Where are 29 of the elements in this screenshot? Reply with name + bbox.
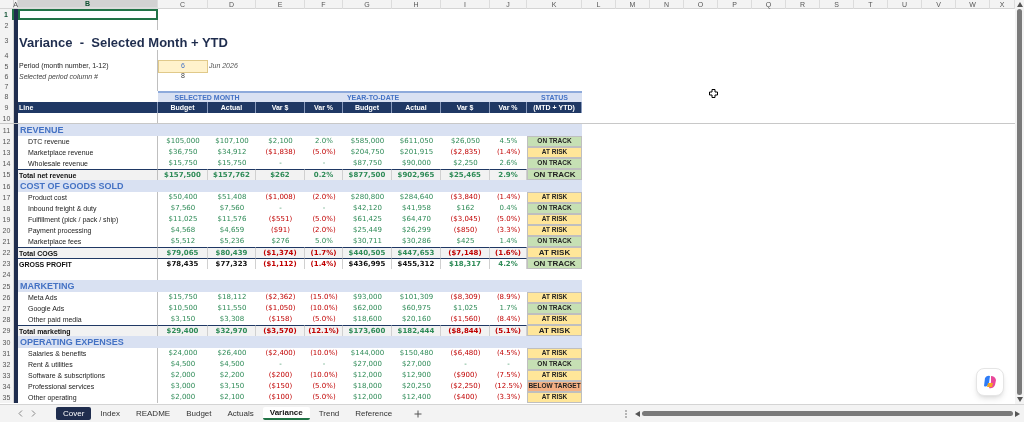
selected-cell[interactable] (18, 9, 158, 20)
vertical-scrollbar[interactable] (1015, 0, 1024, 404)
caret-right-icon[interactable] (1015, 410, 1020, 417)
sheet-tab[interactable]: README (128, 407, 178, 420)
copilot-button[interactable] (976, 368, 1004, 396)
section-heading: REVENUE (18, 124, 582, 136)
status-cell: AT RISK (527, 325, 582, 336)
section-heading: COST OF GOODS SOLD (18, 180, 582, 192)
caret-left-icon[interactable] (635, 410, 640, 417)
scrollbar-thumb[interactable] (642, 411, 1013, 416)
section-heading: OPERATING EXPENSES (18, 336, 582, 348)
cursor-icon (709, 89, 718, 98)
swirl-icon (982, 374, 998, 390)
sheet-tab[interactable]: Cover (56, 407, 92, 420)
sheet-tab[interactable]: Trend (311, 407, 347, 420)
scrollbar-thumb[interactable] (1017, 9, 1022, 395)
caret-up-icon[interactable] (1016, 2, 1023, 7)
sheet-title: Variance - Selected Month + YTD (18, 36, 228, 50)
sheet-tab[interactable]: Index (93, 407, 127, 420)
status-cell: AT RISK (527, 247, 582, 258)
sheet-tab[interactable]: Budget (179, 407, 219, 420)
section-heading: MARKETING (18, 280, 582, 292)
add-sheet-button[interactable] (413, 408, 424, 419)
sheet-tab[interactable]: Actuals (220, 407, 261, 420)
sheet-tab[interactable]: Variance (262, 407, 310, 420)
horizontal-scrollbar[interactable] (635, 409, 1020, 418)
caret-down-icon[interactable] (1016, 397, 1023, 402)
status-cell: ON TRACK (527, 258, 582, 269)
sheet-tab[interactable]: Reference (348, 407, 400, 420)
